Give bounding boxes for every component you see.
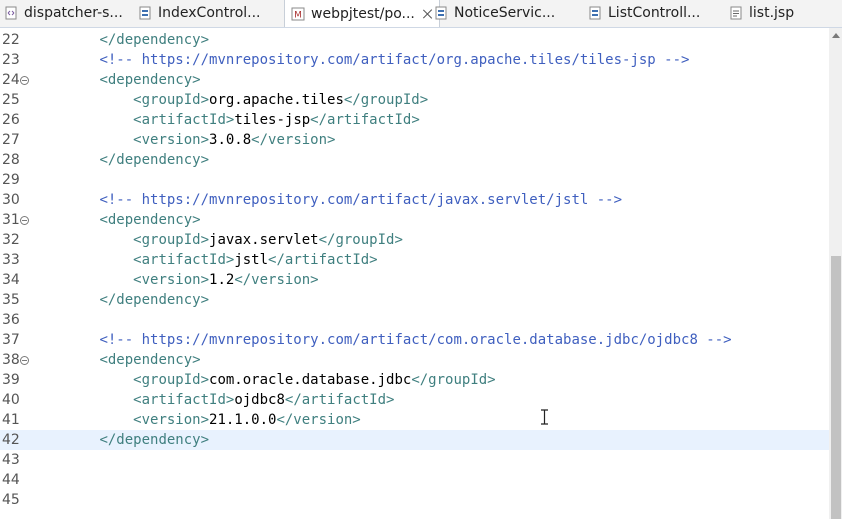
code-text: <groupId>javax.servlet</groupId> [133,232,403,248]
code-text: <dependency> [99,72,201,88]
code-line[interactable]: 35 </dependency> [0,290,829,310]
maven-pom-icon: M [291,7,305,21]
code-line[interactable]: 26 <artifactId>tiles-jsp</artifactId> [0,110,829,130]
vertical-scrollbar[interactable] [829,28,842,519]
xml-file-icon [4,6,18,20]
line-number: 41 [2,412,20,428]
text-cursor-icon [541,409,548,425]
line-number: 23 [2,52,20,68]
code-line[interactable]: 30 <!-- https://mvnrepository.com/artifa… [0,190,829,210]
code-line[interactable]: 31 <dependency> [0,210,829,230]
line-number: 37 [2,332,20,348]
editor-tab-label: list.jsp [749,5,795,21]
line-number: 30 [2,192,20,208]
code-text: <!-- https://mvnrepository.com/artifact/… [99,192,623,208]
editor-tab-label: ListControll... [608,5,701,21]
line-number: 35 [2,292,20,308]
code-text: <artifactId>jstl</artifactId> [133,252,378,268]
java-file-icon [138,6,152,20]
line-number: 26 [2,112,20,128]
fold-collapse-icon[interactable] [20,76,29,85]
code-line[interactable]: 43 [0,450,829,470]
code-editor[interactable]: 22 </dependency> 23 <!-- https://mvnrepos… [0,28,829,519]
code-text: <artifactId>tiles-jsp</artifactId> [133,112,420,128]
code-text: <!-- https://mvnrepository.com/artifact/… [99,52,690,68]
code-text: <version>21.1.0.0</version> [133,412,361,428]
code-text: </dependency> [99,292,210,308]
line-number: 45 [2,492,20,508]
editor-tab-label: dispatcher-s... [24,5,123,21]
code-line[interactable]: 24 <dependency> [0,70,829,90]
code-line[interactable]: 40 <artifactId>ojdbc8</artifactId> [0,390,829,410]
line-number: 27 [2,132,20,148]
editor-tab[interactable]: NoticeServic... [426,0,561,26]
editor-tab-bar: dispatcher-s... IndexControl... Mwebpjtest… [0,0,842,28]
code-line[interactable]: 45 [0,490,829,510]
line-number: 40 [2,392,20,408]
code-text: <version>3.0.8</version> [133,132,336,148]
code-line[interactable]: 33 <artifactId>jstl</artifactId> [0,250,829,270]
code-line[interactable]: 27 <version>3.0.8</version> [0,130,829,150]
line-number: 25 [2,92,20,108]
java-file-icon [434,6,448,20]
code-line[interactable]: 29 [0,170,829,190]
line-number: 33 [2,252,20,268]
editor-tab[interactable]: ListControll... [580,0,706,26]
editor-tab-label: NoticeServic... [454,5,556,21]
code-line[interactable]: 25 <groupId>org.apache.tiles</groupId> [0,90,829,110]
code-line[interactable]: 38 <dependency> [0,350,829,370]
editor-tab[interactable]: Mwebpjtest/po... [284,0,440,27]
line-number: 28 [2,152,20,168]
code-text: </dependency> [99,32,210,48]
scrollbar-thumb[interactable] [831,256,841,519]
code-line[interactable]: 34 <version>1.2</version> [0,270,829,290]
line-number: 42 [2,432,20,448]
editor-tab[interactable]: IndexControl... [130,0,267,26]
code-line[interactable]: 42 </dependency> [0,430,829,450]
line-number: 32 [2,232,20,248]
editor-tab[interactable]: list.jsp [721,0,800,26]
code-line[interactable]: 32 <groupId>javax.servlet</groupId> [0,230,829,250]
code-text: <dependency> [99,212,201,228]
code-line[interactable]: 41 <version>21.1.0.0</version> [0,410,829,430]
code-line[interactable]: 23 <!-- https://mvnrepository.com/artifa… [0,50,829,70]
code-text: <groupId>org.apache.tiles</groupId> [133,92,429,108]
code-line[interactable]: 22 </dependency> [0,30,829,50]
code-text: <dependency> [99,352,201,368]
code-line[interactable]: 36 [0,310,829,330]
java-file-icon [588,6,602,20]
editor-tab-label: webpjtest/po... [311,5,415,22]
editor-tab[interactable]: dispatcher-s... [0,0,129,26]
line-number: 39 [2,372,20,388]
code-text: </dependency> [99,152,210,168]
fold-collapse-icon[interactable] [20,356,29,365]
line-number: 44 [2,472,20,488]
code-line[interactable]: 28 </dependency> [0,150,829,170]
scroll-up-arrow-icon[interactable] [832,33,840,38]
code-text: <version>1.2</version> [133,272,319,288]
editor-tab-label: IndexControl... [158,5,261,21]
code-line[interactable]: 44 [0,470,829,490]
code-text: <groupId>com.oracle.database.jdbc</group… [133,372,496,388]
line-number: 29 [2,172,20,188]
line-number: 34 [2,272,20,288]
code-text: <!-- https://mvnrepository.com/artifact/… [99,332,732,348]
line-number: 22 [2,32,20,48]
code-text: </dependency> [99,432,210,448]
svg-text:M: M [294,10,302,20]
fold-collapse-icon[interactable] [20,216,29,225]
line-number: 36 [2,312,20,328]
code-line[interactable]: 37 <!-- https://mvnrepository.com/artifa… [0,330,829,350]
code-text: <artifactId>ojdbc8</artifactId> [133,392,395,408]
line-number: 43 [2,452,20,468]
code-line[interactable]: 39 <groupId>com.oracle.database.jdbc</gr… [0,370,829,390]
jsp-file-icon [729,6,743,20]
